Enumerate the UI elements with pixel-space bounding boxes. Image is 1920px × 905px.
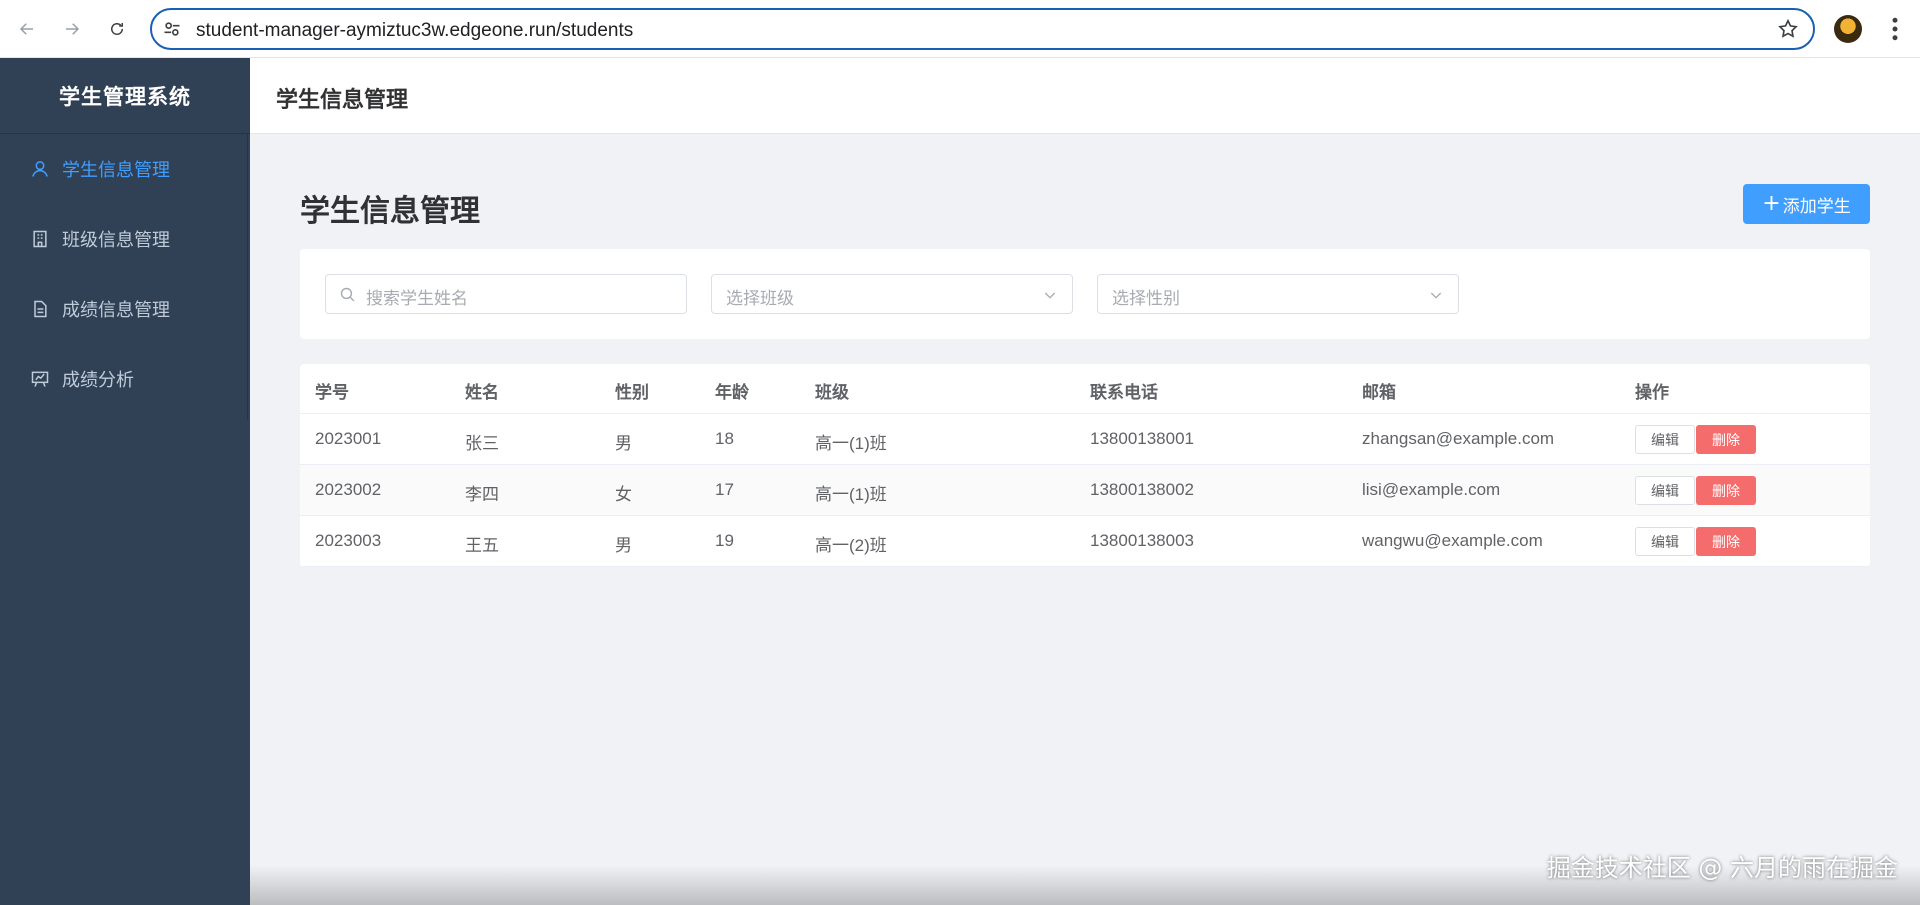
class-select[interactable]: 选择班级 (711, 274, 1073, 314)
cell-age: 19 (715, 531, 734, 550)
address-bar[interactable]: student-manager-aymiztuc3w.edgeone.run/s… (150, 8, 1815, 50)
cell-age: 17 (715, 480, 734, 499)
edit-button[interactable]: 编辑 (1635, 476, 1695, 505)
add-student-button[interactable]: + 添加学生 (1743, 184, 1870, 224)
column-header-name: 姓名 (465, 383, 499, 403)
watermark: 掘金技术社区 @ 六月的雨在掘金 (1546, 854, 1898, 882)
url-text[interactable]: student-manager-aymiztuc3w.edgeone.run/s… (196, 20, 633, 42)
gender-select[interactable]: 选择性别 (1097, 274, 1459, 314)
sidebar-item-analysis[interactable]: 成绩分析 (0, 344, 247, 414)
cell-name: 李四 (465, 485, 499, 504)
gender-select-placeholder: 选择性别 (1112, 289, 1180, 309)
cell-gender: 男 (615, 434, 632, 453)
search-placeholder: 搜索学生姓名 (366, 289, 468, 309)
edit-button[interactable]: 编辑 (1635, 425, 1695, 454)
main-content: 学生信息管理 + 添加学生 搜索学生姓名 选择班级 选择性别 学号 姓名 性别 … (250, 134, 1920, 905)
delete-button[interactable]: 删除 (1696, 527, 1756, 556)
column-header-email: 邮箱 (1362, 383, 1396, 403)
reload-button[interactable] (102, 14, 132, 44)
cell-class: 高一(1)班 (815, 485, 887, 504)
cell-id: 2023001 (315, 429, 382, 448)
bookmark-star-icon[interactable] (1777, 18, 1799, 40)
search-input[interactable]: 搜索学生姓名 (325, 274, 687, 314)
search-icon (340, 287, 355, 302)
delete-button[interactable]: 删除 (1696, 425, 1756, 454)
cell-phone: 13800138002 (1090, 480, 1195, 499)
delete-button[interactable]: 删除 (1696, 476, 1756, 505)
sidebar-item-label: 成绩分析 (62, 370, 134, 391)
chart-board-icon (30, 369, 50, 389)
header-title: 学生信息管理 (276, 88, 409, 113)
sidebar-item-classes[interactable]: 班级信息管理 (0, 204, 247, 274)
cell-name: 王五 (465, 536, 499, 555)
cell-id: 2023002 (315, 480, 382, 499)
cell-gender: 女 (615, 485, 632, 504)
sidebar-brand-area: 学生管理系统 (0, 58, 250, 134)
sidebar-item-students[interactable]: 学生信息管理 (0, 134, 247, 204)
sidebar: 学生管理系统 学生信息管理 班级信息管理 成绩信息管理 成绩分析 (0, 58, 250, 905)
sidebar-item-label: 学生信息管理 (62, 160, 170, 181)
cell-gender: 男 (615, 536, 632, 555)
column-header-id: 学号 (315, 383, 349, 403)
back-button[interactable] (12, 14, 42, 44)
cell-age: 18 (715, 429, 734, 448)
add-student-label: 添加学生 (1782, 196, 1851, 217)
cell-class: 高一(1)班 (815, 434, 887, 453)
document-icon (30, 299, 50, 319)
class-select-placeholder: 选择班级 (726, 289, 794, 309)
sidebar-item-grades[interactable]: 成绩信息管理 (0, 274, 247, 344)
browser-toolbar: student-manager-aymiztuc3w.edgeone.run/s… (0, 0, 1920, 58)
column-header-class: 班级 (815, 383, 849, 403)
plus-icon: + (1762, 191, 1781, 216)
cell-class: 高一(2)班 (815, 536, 887, 555)
chevron-down-icon (1430, 292, 1442, 299)
chevron-down-icon (1044, 292, 1056, 299)
reload-icon (111, 23, 123, 35)
cell-email: wangwu@example.com (1362, 531, 1543, 550)
cell-phone: 13800138003 (1090, 531, 1195, 550)
profile-avatar[interactable] (1834, 15, 1862, 43)
table-row: 2023003 王五 男 19 高一(2)班 13800138003 wangw… (300, 516, 1870, 567)
arrow-right-icon (66, 23, 80, 35)
page-title: 学生信息管理 (300, 194, 480, 229)
table-row: 2023001 张三 男 18 高一(1)班 13800138001 zhang… (300, 414, 1870, 465)
column-header-phone: 联系电话 (1090, 383, 1158, 403)
column-header-actions: 操作 (1635, 383, 1669, 403)
top-header: 学生信息管理 (250, 58, 1920, 134)
kebab-menu-icon[interactable] (1880, 14, 1910, 44)
cell-phone: 13800138001 (1090, 429, 1195, 448)
arrow-left-icon (19, 23, 33, 35)
edit-button[interactable]: 编辑 (1635, 527, 1695, 556)
building-icon (30, 229, 50, 249)
filter-card: 搜索学生姓名 选择班级 选择性别 (300, 249, 1870, 339)
students-table: 学号 姓名 性别 年龄 班级 联系电话 邮箱 操作 2023001 张三 男 1… (300, 364, 1870, 567)
user-icon (30, 159, 50, 179)
table-header: 学号 姓名 性别 年龄 班级 联系电话 邮箱 操作 (300, 364, 1870, 414)
cell-email: zhangsan@example.com (1362, 429, 1555, 448)
sidebar-menu: 学生信息管理 班级信息管理 成绩信息管理 成绩分析 (0, 134, 248, 420)
cell-name: 张三 (465, 434, 499, 453)
table-row: 2023002 李四 女 17 高一(1)班 13800138002 lisi@… (300, 465, 1870, 516)
brand-title: 学生管理系统 (59, 84, 191, 109)
column-header-age: 年龄 (715, 383, 749, 403)
cell-email: lisi@example.com (1362, 480, 1501, 499)
sidebar-item-label: 班级信息管理 (62, 230, 170, 251)
cell-id: 2023003 (315, 531, 382, 550)
site-settings-icon[interactable] (162, 19, 182, 39)
column-header-gender: 性别 (615, 383, 649, 403)
sidebar-item-label: 成绩信息管理 (62, 300, 170, 321)
forward-button[interactable] (57, 14, 87, 44)
